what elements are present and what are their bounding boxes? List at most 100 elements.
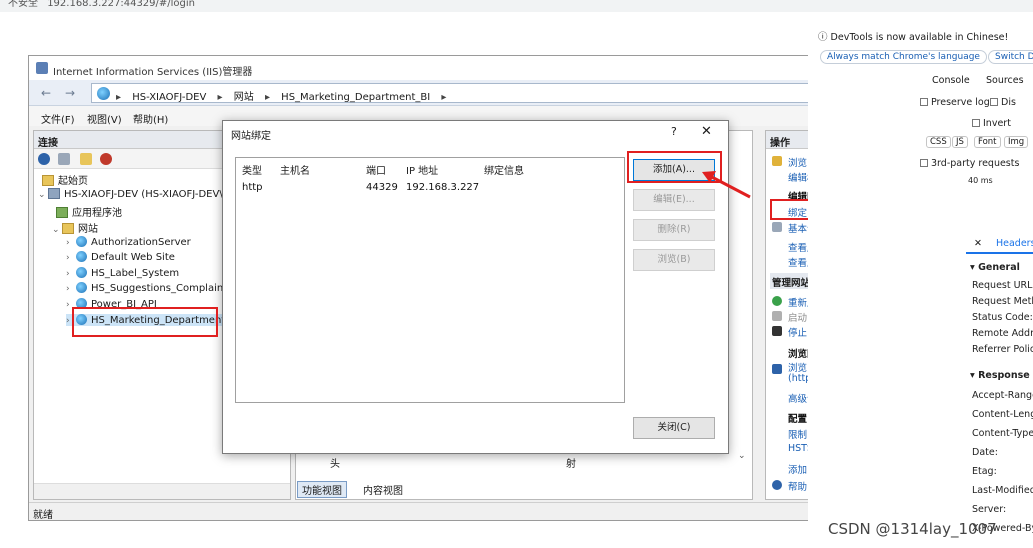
forward-arrow-icon[interactable]: →: [59, 84, 81, 102]
settings-icon: [772, 222, 782, 232]
action-start[interactable]: 启动: [788, 310, 807, 324]
filter-js[interactable]: JS: [952, 136, 968, 148]
action-stop[interactable]: 停止: [788, 325, 807, 339]
header-row: Etag:: [972, 466, 997, 477]
action-browse[interactable]: 浏览: [788, 155, 807, 169]
window-title: Internet Information Services (IIS)管理器: [53, 67, 253, 78]
tree-item-site[interactable]: › HS_Label_System: [66, 267, 179, 279]
breadcrumb-server[interactable]: HS-XIAOFJ-DEV: [132, 92, 206, 103]
breadcrumb-sites[interactable]: 网站: [234, 92, 254, 103]
connect-icon[interactable]: [38, 153, 50, 165]
column-header-ip: IP 地址: [406, 166, 439, 177]
header-row: Server:: [972, 504, 1007, 515]
dialog-help-button[interactable]: ?: [671, 125, 677, 138]
dialog-title: 网站绑定: [231, 131, 271, 142]
tab-sources[interactable]: Sources: [986, 75, 1024, 86]
breadcrumb-site[interactable]: HS_Marketing_Department_BI: [281, 92, 430, 103]
browse-icon: [772, 156, 782, 166]
menu-help[interactable]: 帮助(H): [133, 111, 168, 126]
filter-font[interactable]: Font: [974, 136, 1001, 148]
section-general[interactable]: ▾ General: [970, 262, 1020, 273]
dialog-close-button[interactable]: ✕: [701, 124, 712, 139]
devtools-panel: ⓘ DevTools is now available in Chinese! …: [808, 18, 1033, 548]
dialog-close-action-button[interactable]: 关闭(C): [633, 417, 715, 439]
breadcrumb[interactable]: ▸ HS-XIAOFJ-DEV ▸ 网站 ▸ HS_Marketing_Depa…: [91, 83, 827, 103]
help-icon: [772, 480, 782, 490]
tree-item-start-page[interactable]: 起始页: [42, 172, 88, 187]
header-row: Date:: [972, 447, 998, 458]
tree-item-site[interactable]: › AuthorizationServer: [66, 236, 191, 248]
app-pool-icon: [56, 207, 68, 218]
tab-content-view[interactable]: 内容视图: [359, 482, 407, 497]
remove-binding-button[interactable]: 删除(R): [633, 219, 715, 241]
close-icon[interactable]: ✕: [974, 238, 982, 249]
scroll-down-icon[interactable]: ⌄: [738, 451, 746, 461]
csdn-watermark: CSDN @1314lay_1007: [828, 520, 997, 538]
view-tabs: 功能视图 内容视图: [297, 479, 597, 498]
navigation-bar: ← → ▸ HS-XIAOFJ-DEV ▸ 网站 ▸ HS_Marketing_…: [29, 80, 919, 106]
third-party-checkbox[interactable]: 3rd-party requests: [920, 158, 1019, 169]
start-page-icon: [42, 175, 54, 186]
filter-img[interactable]: Img: [1004, 136, 1029, 148]
section-response-headers[interactable]: ▾ Response H: [970, 370, 1033, 381]
headers-tab-area: ✕ Headers: [966, 234, 1033, 254]
expand-icon[interactable]: ›: [66, 238, 76, 248]
globe-icon: [76, 251, 87, 262]
invert-checkbox[interactable]: Invert: [972, 118, 1011, 129]
cell-port: 44329: [366, 182, 398, 193]
tab-features-view[interactable]: 功能视图: [297, 481, 347, 498]
header-row: Content-Type: [972, 428, 1033, 439]
action-help[interactable]: 帮助: [788, 479, 807, 493]
annotation-arrow-icon: [702, 171, 751, 199]
save-icon[interactable]: [58, 153, 70, 165]
column-header-port: 端口: [366, 166, 386, 177]
tree-item-app-pools[interactable]: 应用程序池: [56, 204, 122, 219]
devtools-language-notice: ⓘ DevTools is now available in Chinese!: [818, 32, 1009, 43]
browser-address-bar[interactable]: 不安全 192.168.3.227:44329/#/login: [0, 0, 1033, 12]
header-row: Accept-Range: [972, 390, 1033, 401]
switch-language-button[interactable]: Switch D: [988, 50, 1033, 64]
column-header-host: 主机名: [280, 166, 310, 177]
browse-binding-button[interactable]: 浏览(B): [633, 249, 715, 271]
feature-cell: 射: [566, 459, 576, 470]
start-icon: [772, 311, 782, 321]
header-row: Request Meth: [972, 296, 1033, 307]
disconnect-icon[interactable]: [100, 153, 112, 165]
tree-item-server[interactable]: ⌄ HS-XIAOFJ-DEV (HS-XIAOFJ-DEV\A: [38, 188, 230, 200]
highlight-selected-site: [72, 307, 218, 337]
disable-cache-checkbox[interactable]: Dis: [990, 97, 1016, 108]
horizontal-scrollbar[interactable]: [34, 483, 290, 499]
tree-item-sites[interactable]: ⌄ 网站: [52, 220, 98, 235]
url-text: 192.168.3.227:44329/#/login: [47, 0, 196, 9]
expand-icon[interactable]: ›: [66, 284, 76, 294]
header-row: Referrer Polic: [972, 344, 1033, 355]
tree-item-site[interactable]: › HS_Suggestions_Complaints_: [66, 282, 237, 294]
status-bar: 就绪: [29, 502, 919, 521]
menu-file[interactable]: 文件(F): [41, 111, 75, 126]
insecure-label: 不安全: [8, 0, 38, 9]
always-match-language-button[interactable]: Always match Chrome's language: [820, 50, 987, 64]
cell-type: http: [242, 182, 263, 193]
menu-view[interactable]: 视图(V): [87, 111, 122, 126]
preserve-log-checkbox[interactable]: Preserve log: [920, 97, 990, 108]
collapse-icon[interactable]: ⌄: [38, 190, 48, 200]
bindings-table: 类型 主机名 端口 IP 地址 绑定信息 http 44329 192.168.…: [235, 157, 625, 403]
section-config: 配置: [788, 414, 808, 425]
header-row: Last-Modified: [972, 485, 1033, 496]
tab-console[interactable]: Console: [932, 75, 970, 86]
header-row: Remote Addr: [972, 328, 1033, 339]
tab-headers[interactable]: Headers: [996, 238, 1033, 249]
back-arrow-icon[interactable]: ←: [35, 84, 57, 102]
column-header-info: 绑定信息: [484, 166, 524, 177]
stop-icon: [772, 326, 782, 336]
tree-item-site[interactable]: › Default Web Site: [66, 251, 175, 263]
expand-icon[interactable]: ›: [66, 269, 76, 279]
browser-icon: [772, 364, 782, 374]
server-icon: [48, 188, 60, 199]
expand-icon[interactable]: ›: [66, 253, 76, 263]
filter-css[interactable]: CSS: [926, 136, 951, 148]
collapse-icon[interactable]: ⌄: [52, 225, 62, 235]
feature-cell: 头: [330, 459, 340, 470]
globe-icon: [76, 267, 87, 278]
up-folder-icon[interactable]: [80, 153, 92, 165]
